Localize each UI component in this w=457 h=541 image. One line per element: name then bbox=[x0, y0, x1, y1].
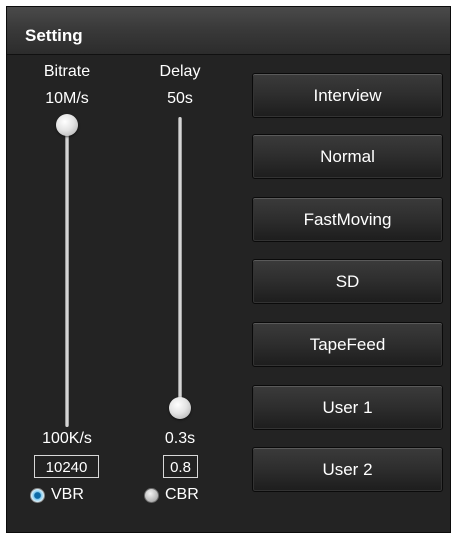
preset-button-user-1[interactable]: User 1 bbox=[252, 385, 443, 430]
preset-button-interview[interactable]: Interview bbox=[252, 73, 443, 118]
preset-button-sd[interactable]: SD bbox=[252, 259, 443, 304]
preset-button-fastmoving[interactable]: FastMoving bbox=[252, 197, 443, 242]
bitrate-slider-handle[interactable] bbox=[56, 114, 78, 136]
delay-slider-handle[interactable] bbox=[169, 397, 191, 419]
preset-button-normal[interactable]: Normal bbox=[252, 134, 443, 179]
panel-title: Setting bbox=[25, 26, 83, 45]
cbr-label: CBR bbox=[165, 486, 199, 503]
bitrate-max-label: 10M/s bbox=[45, 90, 89, 107]
panel-header: Setting bbox=[7, 7, 450, 55]
cbr-radio-indicator[interactable] bbox=[144, 488, 159, 503]
bitrate-slider-track[interactable] bbox=[65, 125, 69, 427]
vbr-radio-indicator[interactable] bbox=[30, 488, 45, 503]
vbr-label: VBR bbox=[51, 486, 84, 503]
setting-panel: Setting Bitrate 10M/s 100K/s 10240 Delay… bbox=[6, 6, 451, 533]
preset-button-tapefeed[interactable]: TapeFeed bbox=[252, 322, 443, 367]
bitrate-label: Bitrate bbox=[43, 63, 91, 80]
delay-slider-track[interactable] bbox=[178, 117, 182, 417]
delay-label: Delay bbox=[159, 63, 201, 80]
delay-min-label: 0.3s bbox=[164, 430, 196, 447]
bitrate-min-label: 100K/s bbox=[42, 430, 92, 447]
bitrate-value-field[interactable]: 10240 bbox=[34, 455, 99, 478]
preset-button-user-2[interactable]: User 2 bbox=[252, 447, 443, 492]
delay-max-label: 50s bbox=[167, 90, 193, 107]
delay-value-field[interactable]: 0.8 bbox=[163, 455, 198, 478]
